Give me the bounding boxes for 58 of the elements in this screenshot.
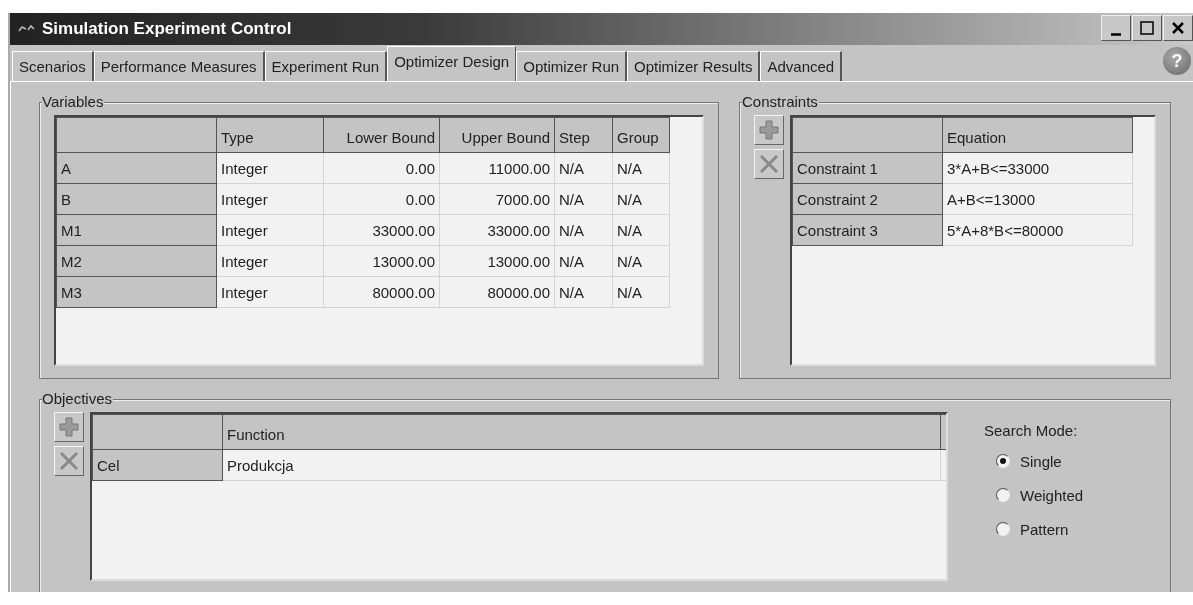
radio-label[interactable]: Weighted bbox=[1020, 486, 1084, 504]
row-header[interactable]: Cel bbox=[92, 449, 223, 481]
table-cell: 0.00 bbox=[323, 152, 440, 184]
table-cell: 80000.00 bbox=[439, 276, 555, 308]
table-cell: N/A bbox=[554, 245, 613, 277]
table-cell: N/A bbox=[554, 183, 613, 215]
table-cell: N/A bbox=[612, 152, 670, 184]
tab[interactable]: Advanced bbox=[760, 51, 843, 81]
table-cell: N/A bbox=[612, 183, 670, 215]
tab[interactable]: Experiment Run bbox=[264, 51, 388, 81]
table-cell: N/A bbox=[612, 245, 670, 277]
table-cell: Integer bbox=[216, 183, 324, 215]
search-mode-label: Search Mode: bbox=[984, 422, 1079, 439]
row-header[interactable]: A bbox=[56, 152, 217, 184]
table-cell: 7000.00 bbox=[439, 183, 555, 215]
table-cell: N/A bbox=[612, 276, 670, 308]
column-header[interactable]: Lower Bound bbox=[323, 117, 440, 153]
table-cell: 11000.00 bbox=[439, 152, 555, 184]
table-cell: 13000.00 bbox=[323, 245, 440, 277]
table-cell: Integer bbox=[216, 152, 324, 184]
row-header[interactable]: M2 bbox=[56, 245, 217, 277]
row-header[interactable]: Constraint 3 bbox=[792, 214, 943, 246]
table-cell: 13000.00 bbox=[439, 245, 555, 277]
table-cell: Integer bbox=[216, 276, 324, 308]
row-header[interactable]: Constraint 2 bbox=[792, 183, 943, 215]
table-cell: N/A bbox=[612, 214, 670, 246]
table-cell: Produkcja bbox=[222, 449, 941, 481]
tab[interactable]: Optimizer Results bbox=[627, 51, 761, 81]
row-header[interactable]: Constraint 1 bbox=[792, 152, 943, 184]
column-header[interactable]: Equation bbox=[942, 117, 1133, 153]
column-header[interactable]: Type bbox=[216, 117, 324, 153]
group-title: Objectives bbox=[42, 390, 114, 408]
row-header[interactable]: B bbox=[56, 183, 217, 215]
table-cell: A+B<=13000 bbox=[942, 183, 1133, 215]
window-title: Simulation Experiment Control bbox=[42, 19, 292, 39]
radio-label[interactable]: Single bbox=[1020, 452, 1062, 470]
table-cell: 3*A+B<=33000 bbox=[942, 152, 1133, 184]
table-cell: N/A bbox=[554, 214, 613, 246]
column-header[interactable]: Function bbox=[222, 414, 941, 450]
tab[interactable]: Scenarios bbox=[12, 51, 94, 81]
table-cell: 33000.00 bbox=[439, 214, 555, 246]
table-cell: 0.00 bbox=[323, 183, 440, 215]
table-cell: Integer bbox=[216, 214, 324, 246]
table-cell: 5*A+8*B<=80000 bbox=[942, 214, 1133, 246]
column-header[interactable]: Step bbox=[554, 117, 613, 153]
radio-label[interactable]: Pattern bbox=[1020, 520, 1069, 538]
table-cell: 33000.00 bbox=[323, 214, 440, 246]
table-cell: N/A bbox=[554, 152, 613, 184]
table-cell: 80000.00 bbox=[323, 276, 440, 308]
row-header[interactable]: M3 bbox=[56, 276, 217, 308]
table-cell: Integer bbox=[216, 245, 324, 277]
row-header[interactable]: M1 bbox=[56, 214, 217, 246]
column-header[interactable]: Group bbox=[612, 117, 670, 153]
tab[interactable]: Optimizer Design bbox=[387, 46, 517, 81]
tab[interactable]: Performance Measures bbox=[93, 51, 265, 81]
tab[interactable]: Optimizer Run bbox=[516, 51, 628, 81]
table-cell: N/A bbox=[554, 276, 613, 308]
column-header[interactable]: Upper Bound bbox=[439, 117, 555, 153]
